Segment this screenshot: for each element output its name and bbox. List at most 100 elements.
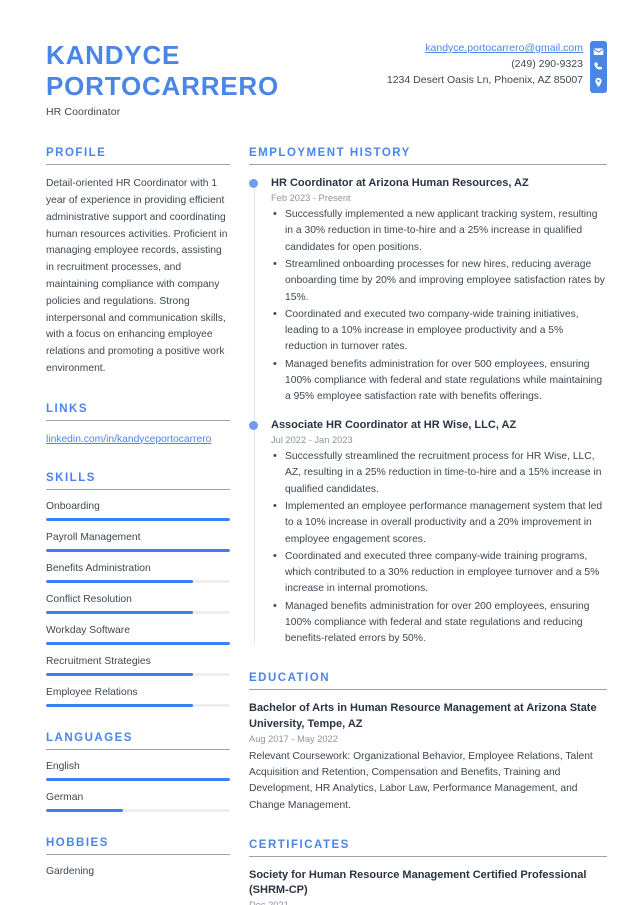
section-employment: EMPLOYMENT HISTORY HR Coordinator at Ari… xyxy=(249,147,607,647)
job-bullet: Managed benefits administration for over… xyxy=(271,598,607,648)
job-bullet: Managed benefits administration for over… xyxy=(271,356,607,406)
skill-item: Payroll Management xyxy=(46,532,230,553)
language-label: English xyxy=(46,761,80,773)
skill-item: Workday Software xyxy=(46,625,230,646)
last-name: PORTOCARRERO xyxy=(46,70,280,101)
certificate-title: Society for Human Resource Management Ce… xyxy=(249,868,587,896)
main-content: EMPLOYMENT HISTORY HR Coordinator at Ari… xyxy=(249,147,607,905)
job-bullet: Successfully streamlined the recruitment… xyxy=(271,448,607,498)
employment-timeline: HR Coordinator at Arizona Human Resource… xyxy=(249,176,607,647)
skill-bar-track xyxy=(46,611,230,615)
section-heading-education: EDUCATION xyxy=(249,672,331,685)
section-heading-certificates: CERTIFICATES xyxy=(249,838,350,851)
education-date: Aug 2017 - May 2022 xyxy=(249,733,338,744)
employment-item: Associate HR Coordinator at HR Wise, LLC… xyxy=(249,418,607,648)
job-date: Feb 2023 - Present xyxy=(271,193,351,204)
section-profile: PROFILE Detail-oriented HR Coordinator w… xyxy=(46,147,230,377)
timeline-dot-icon xyxy=(249,421,258,431)
section-divider xyxy=(46,854,230,856)
section-hobbies: HOBBIES Gardening xyxy=(46,837,230,877)
skill-label: Onboarding xyxy=(46,501,100,513)
section-divider xyxy=(46,164,230,166)
envelope-icon xyxy=(593,46,604,57)
language-bar-fill xyxy=(46,778,230,782)
skill-bar-track xyxy=(46,580,230,584)
skill-label: Conflict Resolution xyxy=(46,594,132,606)
language-item: German xyxy=(46,792,230,813)
job-bullet: Coordinated and executed two company-wid… xyxy=(271,306,607,356)
language-label: German xyxy=(46,792,84,804)
section-heading-profile: PROFILE xyxy=(46,147,107,160)
job-bullet: Streamlined onboarding processes for new… xyxy=(271,256,607,306)
skill-item: Benefits Administration xyxy=(46,563,230,584)
skill-bar-track xyxy=(46,673,230,677)
job-bullet: Successfully implemented a new applicant… xyxy=(271,206,607,256)
language-bar-fill xyxy=(46,809,124,813)
contact-block: kandyce.portocarrero@gmail.com (249) 290… xyxy=(387,38,607,93)
section-heading-employment: EMPLOYMENT HISTORY xyxy=(249,147,411,160)
section-skills: SKILLS Onboarding Payroll Management Ben… xyxy=(46,472,230,708)
first-name: KANDYCE xyxy=(46,40,181,70)
education-title: Bachelor of Arts in Human Resource Manag… xyxy=(249,702,597,730)
certificate-date: Dec 2021 xyxy=(249,900,607,905)
job-bullets: Successfully streamlined the recruitment… xyxy=(271,448,607,648)
job-bullet: Implemented an employee performance mana… xyxy=(271,498,607,548)
skill-label: Recruitment Strategies xyxy=(46,656,151,668)
skill-bar-fill xyxy=(46,580,194,584)
section-education: EDUCATION Bachelor of Arts in Human Reso… xyxy=(249,672,607,813)
language-item: English xyxy=(46,761,230,782)
job-bullets: Successfully implemented a new applicant… xyxy=(271,206,607,406)
skill-bar-fill xyxy=(46,704,194,708)
language-bar-track xyxy=(46,809,230,813)
section-heading-skills: SKILLS xyxy=(46,472,96,485)
certificate-item: Society for Human Resource Management Ce… xyxy=(249,868,607,905)
section-divider xyxy=(249,689,607,691)
skill-label: Benefits Administration xyxy=(46,563,151,575)
skill-label: Employee Relations xyxy=(46,687,138,699)
skill-bar-fill xyxy=(46,673,194,677)
skill-item: Recruitment Strategies xyxy=(46,656,230,677)
skill-bar-fill xyxy=(46,549,230,553)
language-bar-track xyxy=(46,778,230,782)
email-link[interactable]: kandyce.portocarrero@gmail.com xyxy=(425,42,583,54)
languages-list: English German xyxy=(46,761,230,813)
job-title: Associate HR Coordinator at HR Wise, LLC… xyxy=(271,419,517,432)
profile-text: Detail-oriented HR Coordinator with 1 ye… xyxy=(46,178,228,374)
section-divider xyxy=(46,489,230,491)
resume-header: KANDYCE PORTOCARRERO HR Coordinator kand… xyxy=(0,0,640,118)
skill-bar-fill xyxy=(46,611,194,615)
hobby-item: Gardening xyxy=(46,866,95,878)
link-item[interactable]: linkedin.com/in/kandyceportocarrero xyxy=(46,432,230,447)
skill-item: Conflict Resolution xyxy=(46,594,230,615)
contact-address: 1234 Desert Oasis Ln, Phoenix, AZ 85007 xyxy=(386,73,583,86)
skill-label: Workday Software xyxy=(46,625,130,637)
contact-phone: (249) 290-9323 xyxy=(511,57,583,70)
contact-details: kandyce.portocarrero@gmail.com (249) 290… xyxy=(387,41,583,89)
job-date: Jul 2022 - Jan 2023 xyxy=(271,435,353,446)
sidebar: PROFILE Detail-oriented HR Coordinator w… xyxy=(46,147,230,902)
section-heading-languages: LANGUAGES xyxy=(46,732,133,745)
section-heading-links: LINKS xyxy=(46,402,88,415)
resume-page: KANDYCE PORTOCARRERO HR Coordinator kand… xyxy=(0,0,640,905)
education-description: Relevant Coursework: Organizational Beha… xyxy=(249,750,593,811)
skill-bar-track xyxy=(46,704,230,708)
employment-item: HR Coordinator at Arizona Human Resource… xyxy=(249,176,607,406)
section-divider xyxy=(46,419,230,421)
name-block: KANDYCE PORTOCARRERO HR Coordinator xyxy=(46,38,279,118)
skill-bar-track xyxy=(46,518,230,522)
page-title: HR Coordinator xyxy=(46,106,121,119)
timeline-dot-icon xyxy=(249,179,258,189)
skill-bar-track xyxy=(46,642,230,646)
job-bullet: Coordinated and executed three company-w… xyxy=(271,548,607,598)
resume-body: PROFILE Detail-oriented HR Coordinator w… xyxy=(0,147,640,905)
section-certificates: CERTIFICATES Society for Human Resource … xyxy=(249,839,607,905)
section-divider xyxy=(249,164,607,166)
skill-item: Onboarding xyxy=(46,501,230,522)
education-item: Bachelor of Arts in Human Resource Manag… xyxy=(249,701,607,813)
skill-label: Payroll Management xyxy=(46,532,141,544)
section-languages: LANGUAGES English German xyxy=(46,732,230,813)
skill-item: Employee Relations xyxy=(46,687,230,708)
section-divider xyxy=(46,749,230,751)
phone-icon xyxy=(593,61,604,72)
skills-list: Onboarding Payroll Management Benefits A… xyxy=(46,501,230,708)
